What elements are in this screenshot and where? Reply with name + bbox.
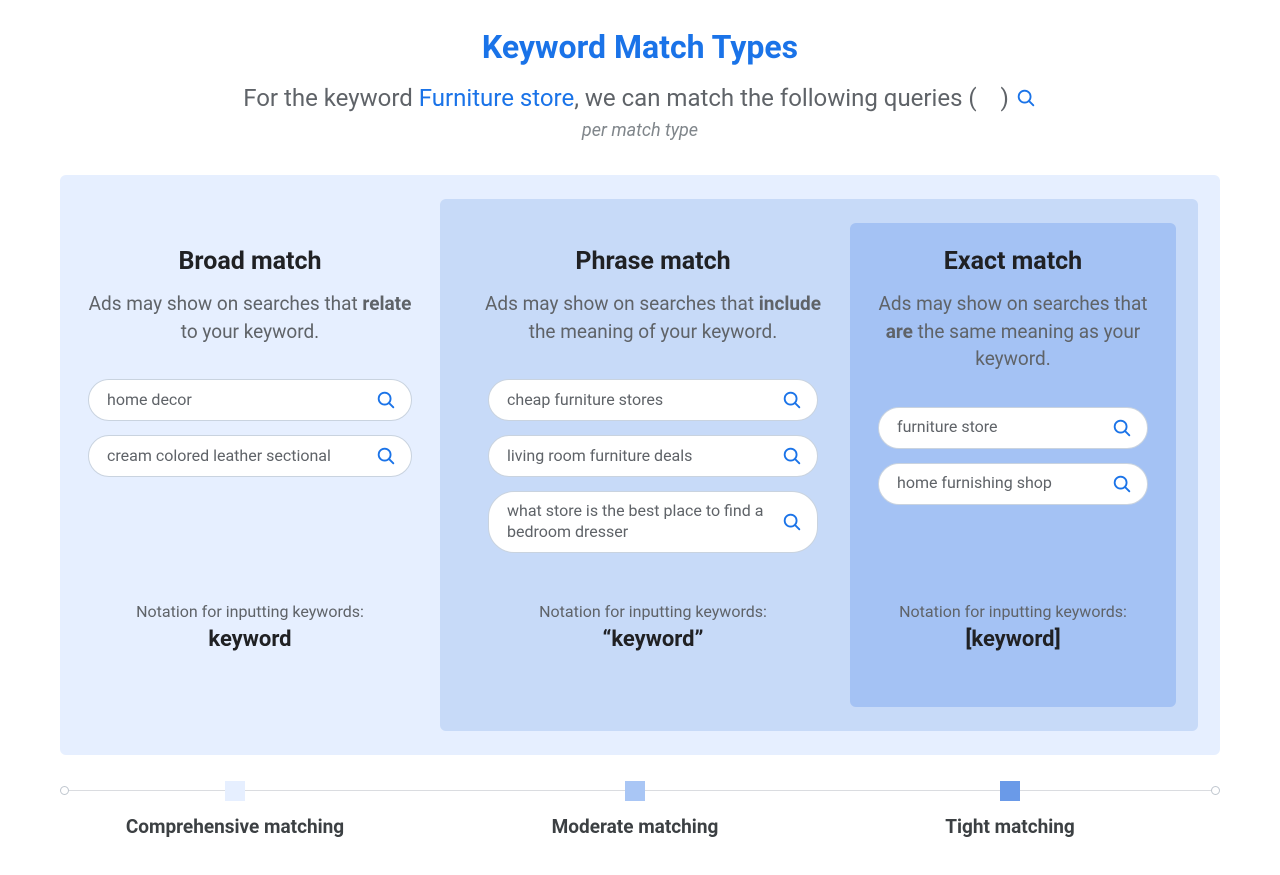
spectrum-end-dot (60, 786, 69, 795)
broad-desc: Ads may show on searches that relate to … (88, 290, 412, 345)
broad-notation-value: keyword (60, 627, 440, 652)
subtitle-prefix: For the keyword (243, 84, 419, 112)
search-icon (1015, 84, 1037, 112)
spectrum-label: Tight matching (945, 815, 1075, 838)
spectrum: Comprehensive matching Moderate matching… (60, 781, 1220, 851)
subtitle-note: per match type (60, 120, 1220, 141)
query-text: home decor (107, 390, 192, 411)
search-icon (375, 445, 397, 467)
subtitle-keyword: Furniture store (419, 84, 574, 112)
phrase-column: Phrase match Ads may show on searches th… (456, 247, 850, 553)
exact-desc: Ads may show on searches that are the sa… (878, 290, 1148, 373)
broad-notation-label: Notation for inputting keywords: (60, 602, 440, 621)
exact-notation-label: Notation for inputting keywords: (850, 602, 1176, 621)
query-pill: home decor (88, 379, 412, 421)
search-icon (1111, 417, 1133, 439)
subtitle-mid: , we can match the following queries ( (574, 84, 976, 112)
search-icon (781, 511, 803, 533)
query-text: what store is the best place to find a b… (507, 501, 771, 543)
query-pill: what store is the best place to find a b… (488, 491, 818, 553)
spectrum-marker (1000, 781, 1020, 801)
phrase-desc: Ads may show on searches that include th… (484, 290, 822, 345)
subtitle: For the keyword Furniture store, we can … (60, 84, 1220, 112)
phrase-notation-label: Notation for inputting keywords: (456, 602, 850, 621)
query-text: home furnishing shop (897, 473, 1052, 494)
spectrum-label: Comprehensive matching (126, 815, 344, 838)
query-pill: cheap furniture stores (488, 379, 818, 421)
exact-title: Exact match (878, 247, 1148, 276)
spectrum-end-dot (1211, 786, 1220, 795)
query-pill: home furnishing shop (878, 463, 1148, 505)
match-types-board: Broad match Ads may show on searches tha… (60, 175, 1220, 755)
search-icon (1111, 473, 1133, 495)
query-pill: cream colored leather sectional (88, 435, 412, 477)
search-icon (781, 445, 803, 467)
phrase-notation-value: “keyword” (456, 627, 850, 652)
spectrum-marker (625, 781, 645, 801)
query-text: cream colored leather sectional (107, 446, 331, 467)
query-text: furniture store (897, 417, 998, 438)
subtitle-close-paren: ) (1000, 84, 1008, 112)
search-icon (781, 389, 803, 411)
broad-title: Broad match (88, 247, 412, 276)
page-title: Keyword Match Types (60, 28, 1220, 66)
query-pill: furniture store (878, 407, 1148, 449)
phrase-title: Phrase match (484, 247, 822, 276)
broad-column: Broad match Ads may show on searches tha… (60, 247, 440, 477)
exact-column: Exact match Ads may show on searches tha… (850, 247, 1176, 505)
spectrum-marker (225, 781, 245, 801)
query-pill: living room furniture deals (488, 435, 818, 477)
exact-notation-value: [keyword] (850, 627, 1176, 652)
query-text: living room furniture deals (507, 446, 692, 467)
query-text: cheap furniture stores (507, 390, 663, 411)
search-icon (375, 389, 397, 411)
spectrum-label: Moderate matching (552, 815, 719, 838)
